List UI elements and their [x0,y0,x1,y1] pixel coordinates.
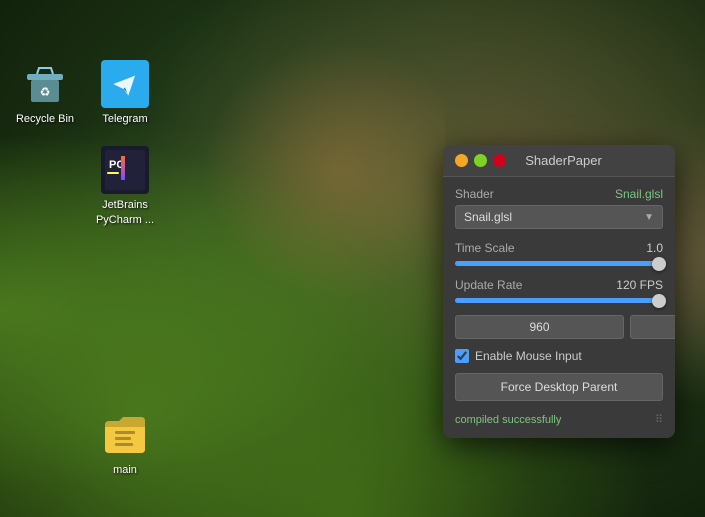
pycharm-icon[interactable]: PC JetBrainsPyCharm ... [90,146,160,227]
pycharm-label: JetBrainsPyCharm ... [96,198,154,227]
update-rate-row: Update Rate 120 FPS [455,278,663,292]
update-rate-thumb[interactable] [652,294,666,308]
main-folder-container[interactable]: main [90,411,160,477]
width-input[interactable] [455,315,624,339]
close-button[interactable] [493,154,506,167]
svg-text:♻: ♻ [40,85,51,99]
snail-decoration [180,20,445,320]
main-folder-image [101,411,149,459]
shader-row: Shader Snail.glsl [455,187,663,201]
window-title: ShaderPaper [506,153,621,168]
main-folder-icon[interactable]: main [90,411,160,477]
enable-mouse-checkbox[interactable] [455,349,469,363]
time-scale-track[interactable] [455,261,663,266]
time-scale-thumb[interactable] [652,257,666,271]
window-content: Shader Snail.glsl Snail.glsl ▼ Time Scal… [443,177,675,438]
telegram-image [101,60,149,108]
pycharm-image: PC [101,146,149,194]
dimensions-row: Apply [455,315,663,339]
desktop: ♻ Recycle Bin Telegram [0,0,705,517]
update-rate-label: Update Rate [455,278,522,292]
shader-label: Shader [455,187,494,201]
update-rate-container: Update Rate 120 FPS [455,278,663,303]
recycle-bin-image: ♻ [21,60,69,108]
height-input[interactable] [630,315,675,339]
window-controls [455,154,506,167]
time-scale-row: Time Scale 1.0 [455,241,663,255]
icon-row-2: PC JetBrainsPyCharm ... [10,146,160,227]
force-desktop-button[interactable]: Force Desktop Parent [455,373,663,401]
maximize-button[interactable] [474,154,487,167]
icon-row-1: ♻ Recycle Bin Telegram [10,60,160,126]
main-folder-label: main [113,463,137,477]
time-scale-value: 1.0 [646,241,663,255]
status-grid-icon: ⠿ [655,413,663,426]
update-rate-track[interactable] [455,298,663,303]
desktop-icons-container: ♻ Recycle Bin Telegram [10,60,160,227]
time-scale-label: Time Scale [455,241,515,255]
dropdown-value: Snail.glsl [464,210,512,224]
update-rate-value: 120 FPS [616,278,663,292]
minimize-button[interactable] [455,154,468,167]
dropdown-arrow-icon: ▼ [644,212,654,223]
enable-mouse-label: Enable Mouse Input [475,349,582,363]
status-text: compiled successfully [455,414,561,426]
enable-mouse-row: Enable Mouse Input [455,349,663,363]
time-scale-container: Time Scale 1.0 [455,241,663,266]
shader-value: Snail.glsl [615,187,663,201]
recycle-bin-icon[interactable]: ♻ Recycle Bin [10,60,80,126]
shaderpaper-window: ShaderPaper Shader Snail.glsl Snail.glsl… [443,145,675,438]
recycle-bin-label: Recycle Bin [16,112,74,126]
time-scale-fill [455,261,659,266]
update-rate-fill [455,298,659,303]
shader-dropdown[interactable]: Snail.glsl ▼ [455,205,663,229]
telegram-icon[interactable]: Telegram [90,60,160,126]
status-bar: compiled successfully ⠿ [455,409,663,428]
window-titlebar: ShaderPaper [443,145,675,177]
telegram-label: Telegram [102,112,147,126]
